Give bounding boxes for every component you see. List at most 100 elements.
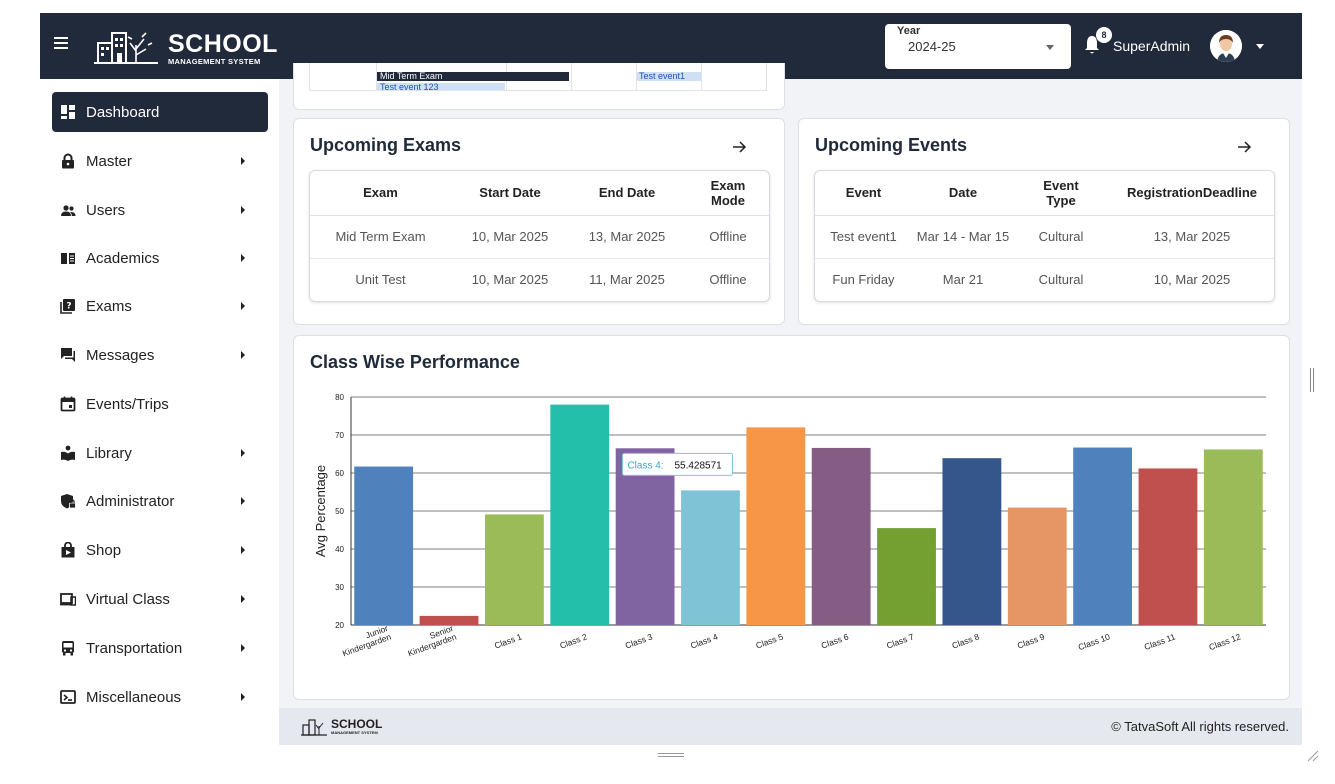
- chart-bar[interactable]: [1138, 468, 1198, 625]
- menu-toggle-icon[interactable]: [54, 37, 68, 49]
- chevron-right-icon: [241, 206, 245, 214]
- corner-resize-grip-icon[interactable]: [1305, 748, 1319, 762]
- sidebar-item-shop[interactable]: Shop: [52, 530, 268, 570]
- sidebar-item-events-trips[interactable]: Events/Trips: [52, 384, 268, 424]
- upcoming-exams-card: Upcoming Exams Exam Start Date End Date …: [293, 118, 785, 325]
- sidebar-item-exams[interactable]: ? Exams: [52, 286, 268, 326]
- calendar-event[interactable]: Mid Term Exam: [377, 72, 569, 81]
- x-tick-label: Class 6: [820, 631, 850, 650]
- table-cell: Unit Test: [355, 272, 406, 288]
- school-building-icon: [94, 32, 158, 64]
- column-header[interactable]: Exam Mode: [685, 171, 769, 216]
- column-header[interactable]: Event: [815, 171, 912, 216]
- column-header[interactable]: Event Type: [1014, 171, 1108, 216]
- calendar-event[interactable]: Test event1: [637, 72, 701, 81]
- message-icon: [61, 348, 75, 362]
- upcoming-events-table: Event Date Event Type RegistrationDeadli…: [814, 170, 1275, 302]
- sidebar-item-academics[interactable]: Academics: [52, 238, 268, 278]
- arrow-right-icon[interactable]: [1236, 139, 1252, 155]
- sidebar-item-master[interactable]: Master: [52, 141, 268, 181]
- x-tick-label: Class 11: [1143, 631, 1177, 652]
- chart-bar[interactable]: [1073, 447, 1133, 625]
- footer-logo-subtitle: MANAGEMENT SYSTEM: [331, 730, 378, 735]
- user-avatar-icon: [1210, 30, 1242, 62]
- chart-bar[interactable]: [942, 458, 1002, 625]
- table-cell: Cultural: [1014, 215, 1108, 259]
- footer: SCHOOL MANAGEMENT SYSTEM © TatvaSoft All…: [279, 708, 1302, 745]
- x-tick-label: Class 1: [493, 631, 523, 650]
- sidebar-item-label: Events/Trips: [86, 396, 169, 413]
- chart-bar[interactable]: [354, 466, 414, 625]
- calendar-event[interactable]: Test event 123: [377, 83, 505, 90]
- x-tick-label: Class 8: [951, 631, 981, 650]
- exam-icon: ?: [60, 299, 75, 314]
- chevron-right-icon: [241, 157, 245, 165]
- chart-bar[interactable]: [1203, 449, 1263, 625]
- sidebar-item-miscellaneous[interactable]: Miscellaneous: [52, 677, 268, 717]
- sidebar-item-library[interactable]: Library: [52, 433, 268, 473]
- reader-icon: [61, 445, 75, 461]
- sidebar-item-messages[interactable]: Messages: [52, 335, 268, 375]
- y-axis-label: Avg Percentage: [313, 465, 328, 557]
- table-row[interactable]: Test event1 Mar 14 - Mar 15 Cultural 13,…: [815, 215, 1274, 259]
- sidebar-item-dashboard[interactable]: Dashboard: [52, 92, 268, 132]
- arrow-right-icon[interactable]: [731, 139, 747, 155]
- table-cell: 10, Mar 2025: [1153, 272, 1231, 288]
- sidebar-item-virtual-class[interactable]: Virtual Class: [52, 579, 268, 619]
- table-row[interactable]: Mid Term Exam 10, Mar 2025 13, Mar 2025 …: [310, 215, 769, 259]
- shield-lock-icon: [61, 494, 76, 509]
- table-cell: 10, Mar 2025: [471, 272, 549, 288]
- user-menu-chevron-icon[interactable]: [1256, 44, 1264, 49]
- y-tick-label: 70: [335, 431, 344, 440]
- table-row[interactable]: Fun Friday Mar 21 Cultural 10, Mar 2025: [815, 258, 1274, 301]
- calendar-grid: Mid Term Exam Test event1 Test event 123: [309, 63, 767, 91]
- table-cell: 11, Mar 2025: [589, 272, 665, 288]
- year-select[interactable]: Year 2024-25: [885, 24, 1071, 69]
- chart-bar[interactable]: [550, 404, 610, 625]
- x-tick-label: Class 3: [624, 631, 654, 650]
- y-tick-label: 30: [335, 583, 344, 592]
- sidebar-item-label: Virtual Class: [86, 591, 170, 608]
- column-header[interactable]: RegistrationDeadline: [1108, 171, 1274, 216]
- chevron-right-icon: [241, 351, 245, 359]
- table-row[interactable]: Unit Test 10, Mar 2025 11, Mar 2025 Offl…: [310, 258, 769, 301]
- table-cell: Offline: [685, 215, 769, 259]
- avatar[interactable]: [1210, 30, 1242, 62]
- sidebar-item-label: Administrator: [86, 493, 175, 510]
- chart-bar[interactable]: [746, 427, 806, 625]
- sidebar-item-label: Dashboard: [86, 104, 160, 121]
- chart-bar[interactable]: [681, 490, 740, 625]
- sidebar-item-transportation[interactable]: Transportation: [52, 628, 268, 668]
- performance-title: Class Wise Performance: [310, 352, 520, 372]
- panel-resize-handle-icon[interactable]: [1309, 368, 1315, 392]
- users-icon: [61, 205, 76, 216]
- table-cell: Mar 14 - Mar 15: [912, 215, 1014, 259]
- shop-bag-icon: [61, 542, 75, 558]
- app-logo[interactable]: SCHOOL MANAGEMENT SYSTEM: [92, 27, 282, 67]
- bottom-resize-grip-icon[interactable]: [658, 752, 684, 758]
- chart-bar[interactable]: [484, 514, 544, 625]
- sidebar: Dashboard Master Users Academics ? Exams…: [40, 79, 279, 745]
- chart-bar[interactable]: [1007, 507, 1067, 625]
- column-header[interactable]: Start Date: [451, 171, 569, 216]
- x-tick-label: Class 2: [558, 631, 588, 650]
- sidebar-item-label: Miscellaneous: [86, 689, 182, 706]
- sidebar-item-label: Library: [86, 445, 132, 462]
- chevron-right-icon: [241, 595, 245, 603]
- sidebar-item-administrator[interactable]: Administrator: [52, 481, 268, 521]
- chevron-right-icon: [241, 254, 245, 262]
- table-cell: Fun Friday: [832, 272, 895, 288]
- upcoming-events-card: Upcoming Events Event Date Event Type Re…: [798, 118, 1290, 325]
- chart-bar[interactable]: [877, 528, 936, 625]
- column-header[interactable]: Exam: [310, 171, 451, 216]
- x-tick-label: Class 12: [1208, 631, 1243, 652]
- sidebar-item-users[interactable]: Users: [52, 190, 268, 230]
- table-header-row: Exam Start Date End Date Exam Mode: [310, 171, 769, 216]
- chevron-right-icon: [241, 497, 245, 505]
- column-header[interactable]: Date: [912, 171, 1014, 216]
- chevron-right-icon: [241, 449, 245, 457]
- column-header[interactable]: End Date: [569, 171, 685, 216]
- chart-bar[interactable]: [811, 447, 871, 625]
- username[interactable]: SuperAdmin: [1113, 38, 1190, 54]
- sidebar-item-label: Users: [86, 202, 126, 219]
